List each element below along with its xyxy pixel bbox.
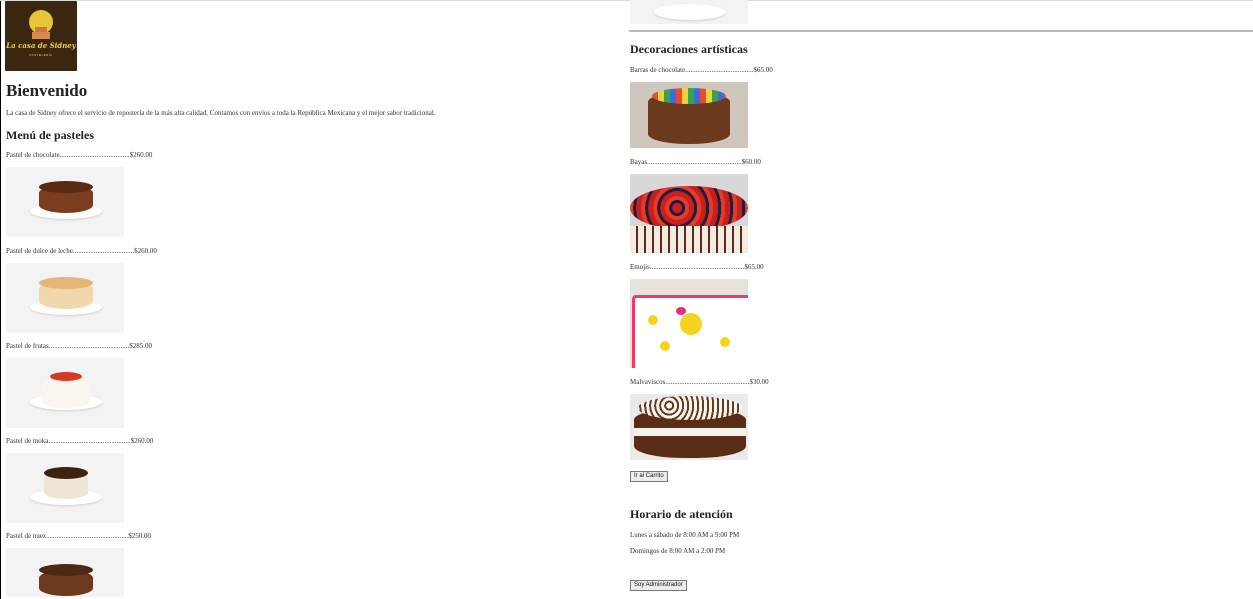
- logo-subtext: PASTELERÍA: [29, 53, 53, 57]
- hours-weekdays: Lunes a sábado de 8:00 AM a 9:00 PM: [630, 531, 740, 539]
- decoration-item-label: Malvaviscos.............................…: [630, 378, 769, 386]
- chocolate-cake-image: [6, 167, 124, 237]
- decoration-item-label: Barras de chocolate.....................…: [630, 66, 773, 74]
- menu-item-label: Pastel de chocolate.....................…: [6, 151, 153, 159]
- decoration-item-label: Bayas...................................…: [630, 158, 761, 166]
- moka-cake-image: [6, 453, 124, 523]
- logo-text: La casa de Sidney: [6, 41, 76, 50]
- intro-text: La casa de Sidney ofrece el servicio de …: [6, 109, 436, 117]
- menu-title: Menú de pasteles: [6, 128, 94, 142]
- menu-item-label: Pastel de dulce de leche................…: [6, 247, 157, 255]
- fruit-cake-image: [6, 358, 124, 428]
- marshmallow-cake-image: [630, 394, 748, 460]
- berries-cake-image: [630, 174, 748, 253]
- menu-item-label: Pastel de nuez..........................…: [6, 532, 152, 540]
- emoji-cake-image: [630, 279, 748, 368]
- hours-title: Horario de atención: [630, 507, 733, 521]
- menu-item-label: Pastel de frutas........................…: [6, 342, 153, 350]
- section-divider: [629, 30, 1253, 32]
- menu-item-label: Pastel de moka..........................…: [6, 437, 154, 445]
- hours-sundays: Domingos de 8:00 AM a 2:00 PM: [630, 547, 726, 555]
- walnut-cake-image: [6, 548, 124, 597]
- logo: La casa de Sidney PASTELERÍA: [5, 1, 77, 71]
- previous-cake-image-partial: [630, 0, 748, 24]
- decoration-item-label: Emojis..................................…: [630, 263, 764, 271]
- chocolate-bars-cake-image: [630, 82, 748, 148]
- decorations-title: Decoraciones artísticas: [630, 42, 748, 56]
- go-to-cart-button[interactable]: Ir al Carrito: [630, 471, 668, 482]
- page-title: Bienvenido: [6, 81, 88, 100]
- dulce-de-leche-cake-image: [6, 263, 124, 333]
- left-border: [0, 0, 1, 599]
- top-border: [0, 0, 1253, 1]
- admin-button[interactable]: Soy Administrador: [630, 580, 687, 591]
